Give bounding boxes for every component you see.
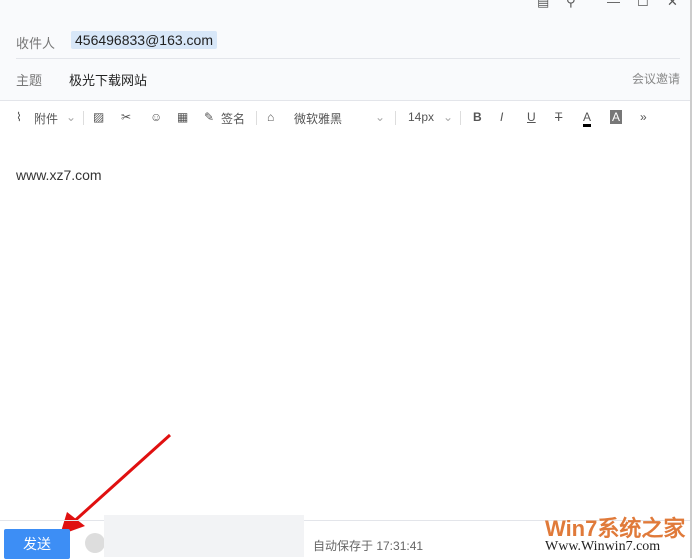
format-toolbar: ⌇ 附件 ⌄ ▨ ✂ ☺ ▦ ✎ 签名 ⌂ 微软雅黑 ⌄ 14px ⌄ B I … — [0, 100, 690, 135]
avatar[interactable] — [85, 533, 105, 553]
contact-icon[interactable]: ⚲ — [566, 0, 576, 10]
emoji-icon[interactable]: ☺ — [150, 110, 162, 124]
maximize-icon[interactable]: ☐ — [637, 0, 649, 10]
header: ▤ ⚲ — ☐ ✕ 收件人 456496833@163.com 主题 极光下载网… — [0, 0, 690, 100]
cut-icon[interactable]: ✂ — [121, 110, 131, 124]
underline-icon[interactable]: U — [527, 110, 536, 124]
format-painter-icon[interactable]: ⌂ — [267, 110, 274, 124]
notes-icon[interactable]: ▤ — [537, 0, 549, 10]
divider — [256, 111, 257, 125]
font-size-select[interactable]: 14px — [408, 110, 434, 124]
to-label: 收件人 — [16, 36, 56, 51]
font-color-icon[interactable]: A — [583, 110, 592, 127]
bold-icon[interactable]: B — [473, 110, 482, 124]
autosave-status: 自动保存于 17:31:41 — [313, 539, 424, 553]
divider — [460, 111, 461, 125]
signature-button[interactable]: 签名 — [221, 110, 245, 127]
strikethrough-icon[interactable]: T — [555, 110, 562, 124]
chevron-down-icon[interactable]: ⌄ — [443, 110, 453, 124]
watermark-logo: Win7系统之家 Www.Winwin7.com — [500, 511, 690, 559]
recipient-row[interactable]: 收件人 456496833@163.com — [16, 30, 680, 59]
chevron-down-icon[interactable]: ⌄ — [66, 110, 76, 124]
minimize-icon[interactable]: — — [607, 0, 620, 9]
font-select[interactable]: 微软雅黑 — [294, 110, 342, 127]
subject-row[interactable]: 主题 极光下载网站 会议邀请 — [16, 70, 680, 100]
highlight-icon[interactable]: A — [610, 110, 623, 124]
subject-input[interactable]: 极光下载网站 — [69, 70, 147, 89]
table-icon[interactable]: ▦ — [177, 110, 188, 124]
close-icon[interactable]: ✕ — [667, 0, 678, 10]
more-icon[interactable]: » — [640, 110, 647, 124]
meeting-invite-link[interactable]: 会议邀请 — [632, 70, 680, 87]
chevron-down-icon[interactable]: ⌄ — [375, 110, 385, 124]
message-body[interactable]: www.xz7.com — [16, 167, 102, 183]
send-button[interactable]: 发送 — [4, 529, 70, 559]
recipient-chip[interactable]: 456496833@163.com — [71, 31, 217, 49]
divider — [395, 111, 396, 125]
image-icon[interactable]: ▨ — [93, 110, 104, 124]
footer: 发送 自动保存于 17:31:41 Win7系统之家 Www.Winwin7.c… — [0, 515, 690, 559]
divider — [83, 111, 84, 125]
italic-icon[interactable]: I — [500, 110, 503, 124]
watermark-url: Www.Winwin7.com — [545, 539, 661, 554]
attach-button[interactable]: 附件 — [34, 110, 58, 127]
attach-icon[interactable]: ⌇ — [16, 110, 22, 124]
blurred-region — [104, 515, 304, 557]
subject-label: 主题 — [16, 73, 43, 88]
pen-icon[interactable]: ✎ — [204, 110, 214, 124]
